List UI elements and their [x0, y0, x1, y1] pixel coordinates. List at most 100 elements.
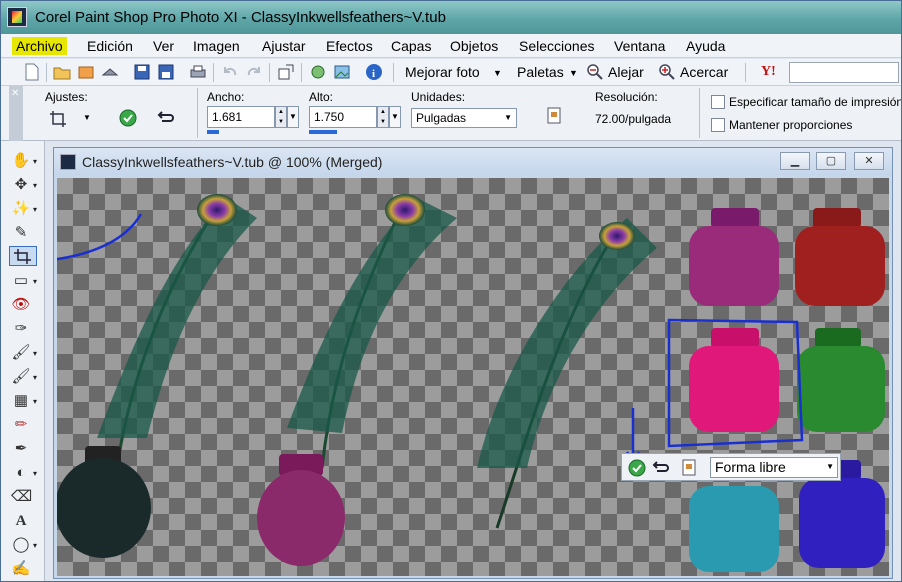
chevron-down-icon[interactable]: ▾: [33, 541, 37, 550]
image-canvas[interactable]: [57, 178, 889, 576]
zoom-in-button[interactable]: Acercar: [680, 64, 728, 80]
redo-icon[interactable]: [245, 63, 263, 81]
red-eye-icon[interactable]: 👁: [11, 295, 31, 315]
menu-edicion[interactable]: Edición: [83, 37, 137, 55]
menu-selecciones[interactable]: Selecciones: [515, 37, 599, 55]
document-icon[interactable]: [60, 154, 76, 170]
browse-icon[interactable]: [77, 63, 95, 81]
crop-tool-icon[interactable]: [9, 246, 37, 266]
reset-crop-icon[interactable]: [652, 459, 670, 477]
rotate-icon[interactable]: [309, 63, 327, 81]
reset-icon[interactable]: [157, 109, 175, 127]
chevron-down-icon[interactable]: ▾: [33, 373, 37, 382]
chevron-down-icon[interactable]: ▾: [33, 469, 37, 478]
dropper-icon[interactable]: ✎: [11, 223, 31, 243]
height-dropdown[interactable]: ▼: [389, 106, 401, 128]
app-window: Corel Paint Shop Pro Photo XI - ClassyIn…: [0, 0, 902, 582]
menu-ver[interactable]: Ver: [149, 37, 178, 55]
close-icon[interactable]: ✕: [11, 88, 19, 99]
zoom-in-icon[interactable]: [658, 63, 676, 81]
chevron-down-icon[interactable]: ▼: [569, 68, 578, 78]
selection-tool-icon[interactable]: ▭: [11, 271, 31, 291]
picture-tube-icon[interactable]: ✒: [11, 439, 31, 459]
minimize-button[interactable]: ▁: [780, 152, 810, 170]
print-size-icon[interactable]: [680, 458, 700, 478]
width-input[interactable]: 1.681: [207, 106, 275, 128]
eraser-icon[interactable]: ✏: [11, 415, 31, 435]
height-input[interactable]: 1.750: [309, 106, 377, 128]
background-eraser-icon[interactable]: ⌫: [11, 487, 32, 507]
flood-fill-icon[interactable]: ◐: [11, 463, 31, 483]
menu-capas[interactable]: Capas: [387, 37, 435, 55]
crop-mode-value: Forma libre: [715, 459, 786, 475]
palette-grip[interactable]: ✕: [9, 86, 23, 141]
move-tool-icon[interactable]: ✥: [11, 175, 31, 195]
image-icon[interactable]: [333, 63, 351, 81]
chevron-down-icon[interactable]: ▾: [33, 205, 37, 214]
document-title-bar[interactable]: ClassyInkwellsfeathers~V.tub @ 100% (Mer…: [54, 148, 892, 175]
chevron-down-icon[interactable]: ▾: [33, 277, 37, 286]
makeover-icon[interactable]: ✑: [11, 319, 31, 339]
pen-tool-icon[interactable]: ✍: [11, 559, 31, 579]
menu-ayuda[interactable]: Ayuda: [682, 37, 729, 55]
toolbar-separator: [213, 63, 214, 82]
menu-objetos[interactable]: Objetos: [446, 37, 502, 55]
height-spinner[interactable]: ▲ ▼: [377, 106, 389, 128]
menu-imagen[interactable]: Imagen: [189, 37, 244, 55]
menu-archivo[interactable]: Archivo: [12, 37, 67, 55]
chevron-down-icon[interactable]: ▼: [493, 68, 502, 78]
crop-mode-select[interactable]: Forma libre ▼: [710, 457, 838, 478]
save-icon[interactable]: [133, 63, 151, 81]
canvas-artwork: [57, 194, 885, 572]
crop-preset-icon[interactable]: [49, 110, 67, 128]
clone-brush-icon[interactable]: 🖌: [11, 343, 31, 363]
specify-print-size-checkbox[interactable]: [711, 95, 725, 109]
chevron-down-icon[interactable]: ▼: [83, 113, 91, 122]
print-icon[interactable]: [189, 63, 207, 81]
keep-ratio-checkbox[interactable]: [711, 118, 725, 132]
inkwell-pink: [689, 328, 779, 432]
scan-icon[interactable]: [101, 63, 119, 81]
yahoo-icon[interactable]: Y!: [761, 64, 776, 80]
chevron-down-icon[interactable]: ▾: [33, 157, 37, 166]
menu-efectos[interactable]: Efectos: [322, 37, 377, 55]
save-as-icon[interactable]: [157, 63, 175, 81]
apply-crop-icon[interactable]: [628, 459, 646, 477]
document-title: ClassyInkwellsfeathers~V.tub @ 100% (Mer…: [82, 154, 383, 170]
undo-icon[interactable]: [221, 63, 239, 81]
chevron-down-icon[interactable]: ▾: [33, 181, 37, 190]
width-spinner[interactable]: ▲ ▼: [275, 106, 287, 128]
paint-brush-icon[interactable]: 🖌: [11, 367, 31, 387]
chevron-down-icon[interactable]: ▾: [33, 397, 37, 406]
zoom-out-icon[interactable]: [586, 63, 604, 81]
new-file-icon[interactable]: [23, 63, 41, 81]
width-slider[interactable]: [207, 130, 219, 134]
info-icon[interactable]: i: [365, 63, 383, 81]
units-value: Pulgadas: [416, 111, 467, 125]
print-size-icon[interactable]: [545, 106, 565, 126]
resize-icon[interactable]: [277, 63, 295, 81]
search-input[interactable]: [789, 62, 899, 83]
palettes-button[interactable]: Paletas: [517, 64, 564, 80]
close-button[interactable]: ✕: [854, 152, 884, 170]
magic-wand-icon[interactable]: ✨: [11, 199, 31, 219]
menu-ventana[interactable]: Ventana: [610, 37, 669, 55]
height-slider[interactable]: [309, 130, 337, 134]
maximize-button[interactable]: ▢: [816, 152, 846, 170]
toolbar-separator: [745, 63, 746, 82]
dodge-icon[interactable]: ▦: [11, 391, 31, 411]
units-select[interactable]: Pulgadas ▼: [411, 108, 517, 128]
open-folder-icon[interactable]: [53, 63, 71, 81]
text-tool-icon[interactable]: A: [11, 511, 31, 531]
inkwell-black: [57, 446, 151, 558]
preset-shape-icon[interactable]: ◯: [11, 535, 31, 555]
chevron-down-icon[interactable]: ▾: [33, 349, 37, 358]
width-dropdown[interactable]: ▼: [287, 106, 299, 128]
menu-ajustar[interactable]: Ajustar: [258, 37, 310, 55]
pan-tool-icon[interactable]: ✋: [11, 151, 31, 171]
zoom-out-button[interactable]: Alejar: [608, 64, 644, 80]
enhance-photo-button[interactable]: Mejorar foto: [405, 64, 480, 80]
app-icon[interactable]: [7, 7, 27, 27]
peacock-feather-2: [287, 194, 457, 469]
apply-icon[interactable]: [119, 109, 137, 127]
